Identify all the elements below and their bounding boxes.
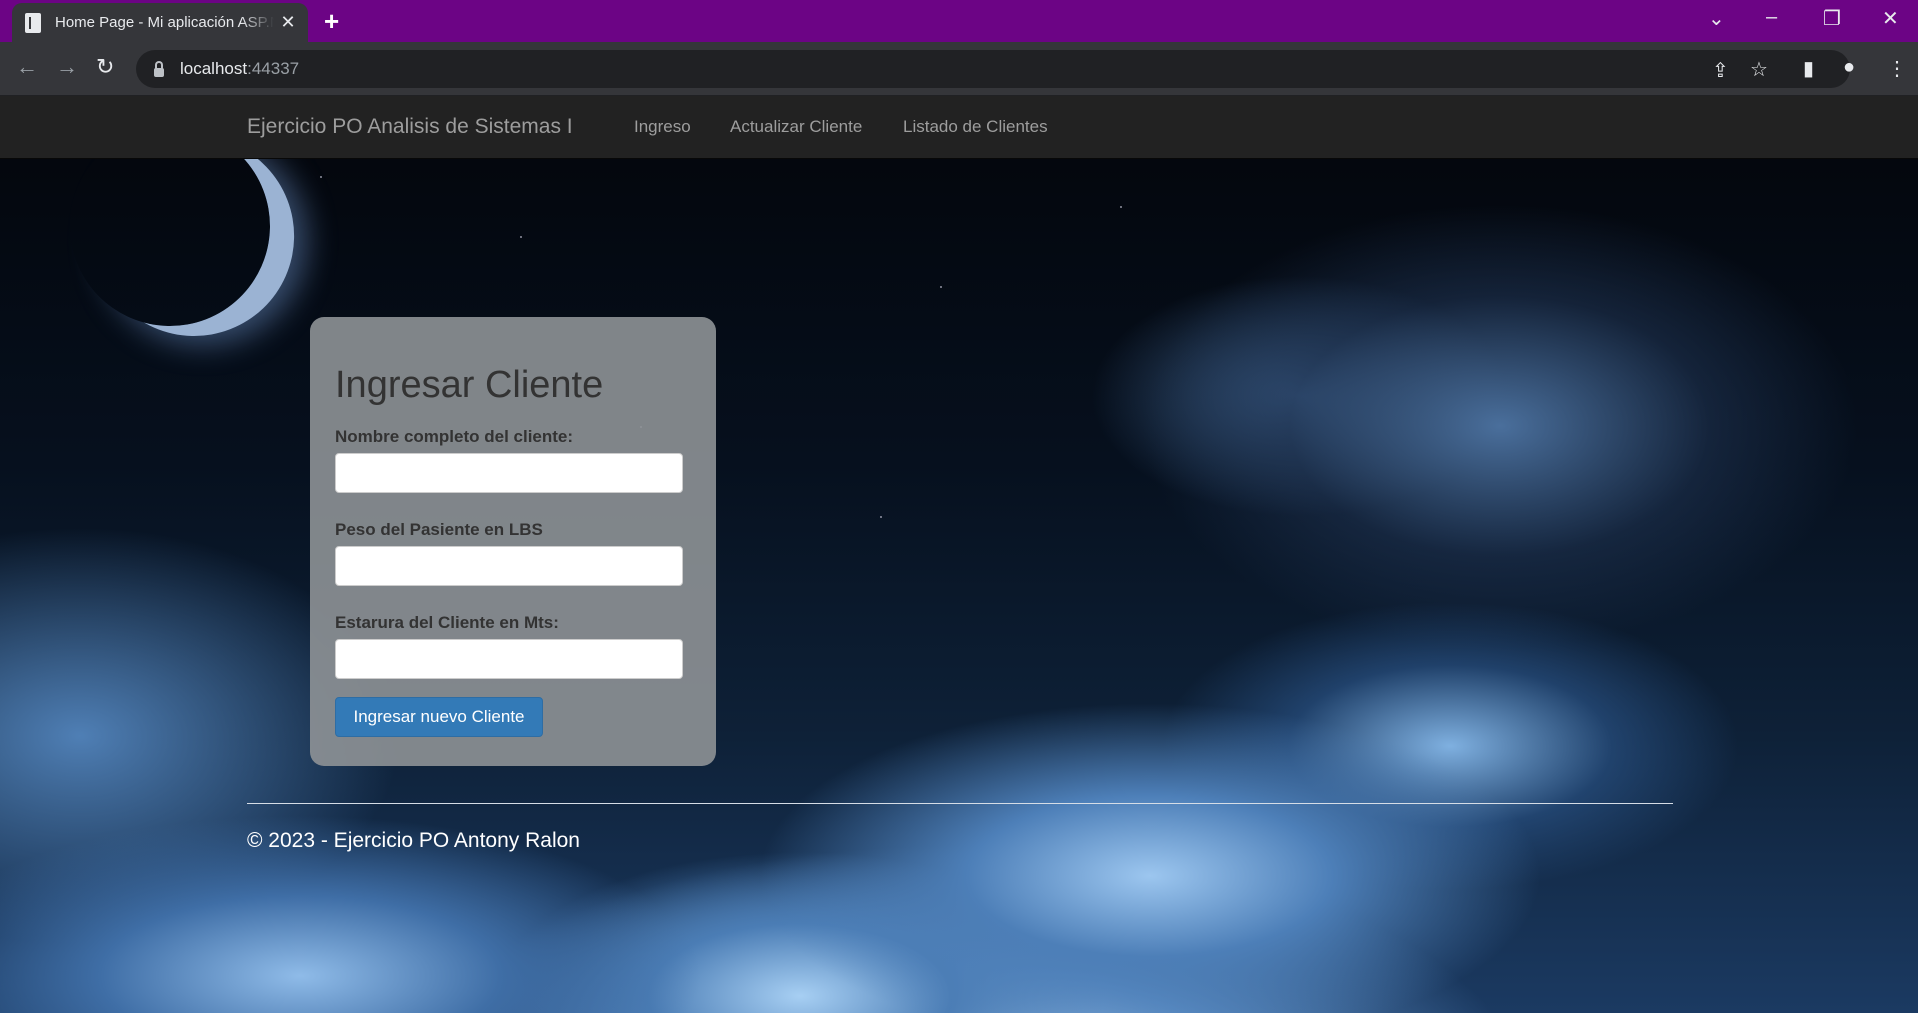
submit-client-button[interactable]: Ingresar nuevo Cliente: [335, 697, 543, 737]
url-port: :44337: [247, 59, 300, 78]
height-label: Estarura del Cliente en Mts:: [335, 613, 559, 632]
tab-search-icon[interactable]: ⌄: [1708, 6, 1725, 31]
star: [1120, 206, 1122, 208]
new-tab-button[interactable]: +: [324, 6, 339, 37]
star: [880, 516, 882, 518]
reload-icon[interactable]: ↻: [96, 54, 114, 80]
side-panel-icon[interactable]: ▮: [1803, 56, 1814, 81]
client-form-card: Ingresar Cliente Nombre completo del cli…: [310, 317, 716, 766]
address-bar[interactable]: localhost:44337 ⇪ ☆: [136, 50, 1850, 88]
weight-label: Peso del Pasiente en LBS: [335, 520, 543, 539]
url-text: localhost:44337: [180, 59, 299, 79]
share-icon[interactable]: ⇪: [1712, 58, 1729, 83]
star: [940, 286, 942, 288]
nav-link-ingreso[interactable]: Ingreso: [634, 117, 691, 137]
back-icon[interactable]: ←: [16, 54, 38, 80]
bookmark-star-icon[interactable]: ☆: [1750, 57, 1768, 82]
form-title: Ingresar Cliente: [335, 364, 604, 406]
name-label: Nombre completo del cliente:: [335, 427, 574, 446]
tab-title: Home Page - Mi aplicación ASP.NET: [55, 14, 274, 31]
footer-divider: [247, 803, 1673, 804]
restore-icon[interactable]: ❐: [1823, 6, 1841, 31]
nav-link-actualizar-cliente[interactable]: Actualizar Cliente: [730, 117, 862, 137]
profile-icon[interactable]: ●: [1843, 56, 1855, 79]
forward-icon[interactable]: →: [56, 54, 78, 80]
star: [520, 236, 522, 238]
weight-input[interactable]: [335, 546, 683, 586]
height-input[interactable]: [335, 639, 683, 679]
footer-text: © 2023 - Ejercicio PO Antony Ralon: [247, 829, 580, 852]
close-window-icon[interactable]: ✕: [1882, 6, 1899, 31]
site-navbar: Ejercicio PO Analisis de Sistemas I Ingr…: [0, 96, 1918, 159]
page-viewport: Ejercicio PO Analisis de Sistemas I Ingr…: [0, 96, 1918, 1013]
browser-toolbar: ← → ↻ localhost:44337 ⇪ ☆ ▮ ● ⋮: [0, 42, 1918, 96]
nav-link-listado-clientes[interactable]: Listado de Clientes: [903, 117, 1048, 137]
lock-icon[interactable]: [154, 60, 164, 77]
name-input[interactable]: [335, 453, 683, 493]
page-favicon-icon: [25, 12, 41, 33]
browser-tab[interactable]: Home Page - Mi aplicación ASP.NET ✕: [12, 3, 308, 42]
star: [320, 176, 322, 178]
tab-strip: Home Page - Mi aplicación ASP.NET ✕ + ⌄ …: [0, 0, 1918, 42]
url-host: localhost: [180, 59, 248, 78]
menu-kebab-icon[interactable]: ⋮: [1887, 56, 1907, 81]
close-tab-icon[interactable]: ✕: [274, 12, 302, 33]
minimize-icon[interactable]: –: [1766, 6, 1777, 29]
site-brand[interactable]: Ejercicio PO Analisis de Sistemas I: [247, 115, 573, 139]
